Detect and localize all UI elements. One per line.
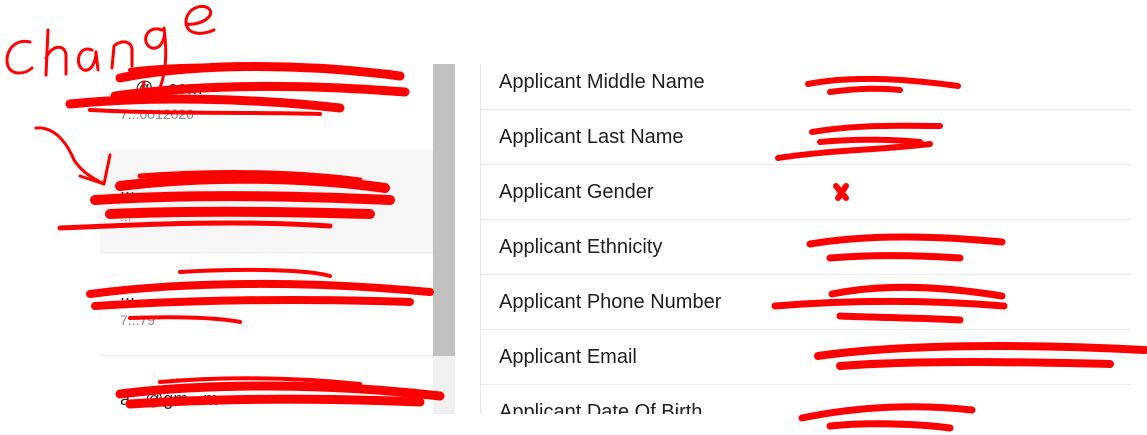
detail-row-gender: Applicant Gender xyxy=(481,164,1131,220)
record-list: ...@...com 7...0012020 ... ... ... 7...7… xyxy=(100,64,433,414)
detail-row-ethnicity: Applicant Ethnicity xyxy=(481,219,1131,275)
detail-row-last-name: Applicant Last Name xyxy=(481,109,1131,165)
annotation-letter-c xyxy=(5,39,34,75)
list-item-title: ... xyxy=(120,284,136,304)
list-item-subtitle: 7...79 xyxy=(120,312,156,328)
list-item-subtitle: 7...0012020 xyxy=(120,106,194,122)
detail-row-email: Applicant Email xyxy=(481,329,1131,385)
list-item-title: ...@...com xyxy=(120,78,203,98)
applicant-details: Applicant Middle Name Applicant Last Nam… xyxy=(481,54,1131,414)
list-item[interactable]: ...@...com 7...0012020 xyxy=(100,64,433,151)
field-label: Applicant Ethnicity xyxy=(499,236,663,258)
annotation-letter-e xyxy=(184,5,216,35)
detail-row-phone: Applicant Phone Number xyxy=(481,274,1131,330)
field-label: Applicant Date Of Birth xyxy=(499,401,703,414)
list-item-title: a...@gm...m xyxy=(120,389,219,409)
field-label: Applicant Phone Number xyxy=(499,291,722,313)
list-item-title: ... xyxy=(120,178,136,198)
annotation-letter-a xyxy=(76,47,100,72)
field-label: Applicant Email xyxy=(499,346,637,368)
detail-row-dob: Applicant Date Of Birth xyxy=(481,384,1131,414)
list-item[interactable]: a...@gm...m xyxy=(100,355,433,414)
annotation-arrow-shaft xyxy=(34,126,106,186)
field-label: Applicant Gender xyxy=(499,181,654,203)
list-item[interactable]: ... 7...79 xyxy=(100,252,433,356)
bottom-whitespace xyxy=(0,414,1147,435)
detail-row-middle-name: Applicant Middle Name xyxy=(481,54,1131,110)
list-item-selected[interactable]: ... ... xyxy=(100,150,433,253)
scrollbar-thumb[interactable] xyxy=(433,64,455,356)
list-scrollbar[interactable] xyxy=(433,64,455,414)
list-item-subtitle: ... xyxy=(120,208,132,224)
field-label: Applicant Last Name xyxy=(499,126,684,148)
annotation-letter-h xyxy=(44,28,68,77)
field-label: Applicant Middle Name xyxy=(499,71,705,93)
